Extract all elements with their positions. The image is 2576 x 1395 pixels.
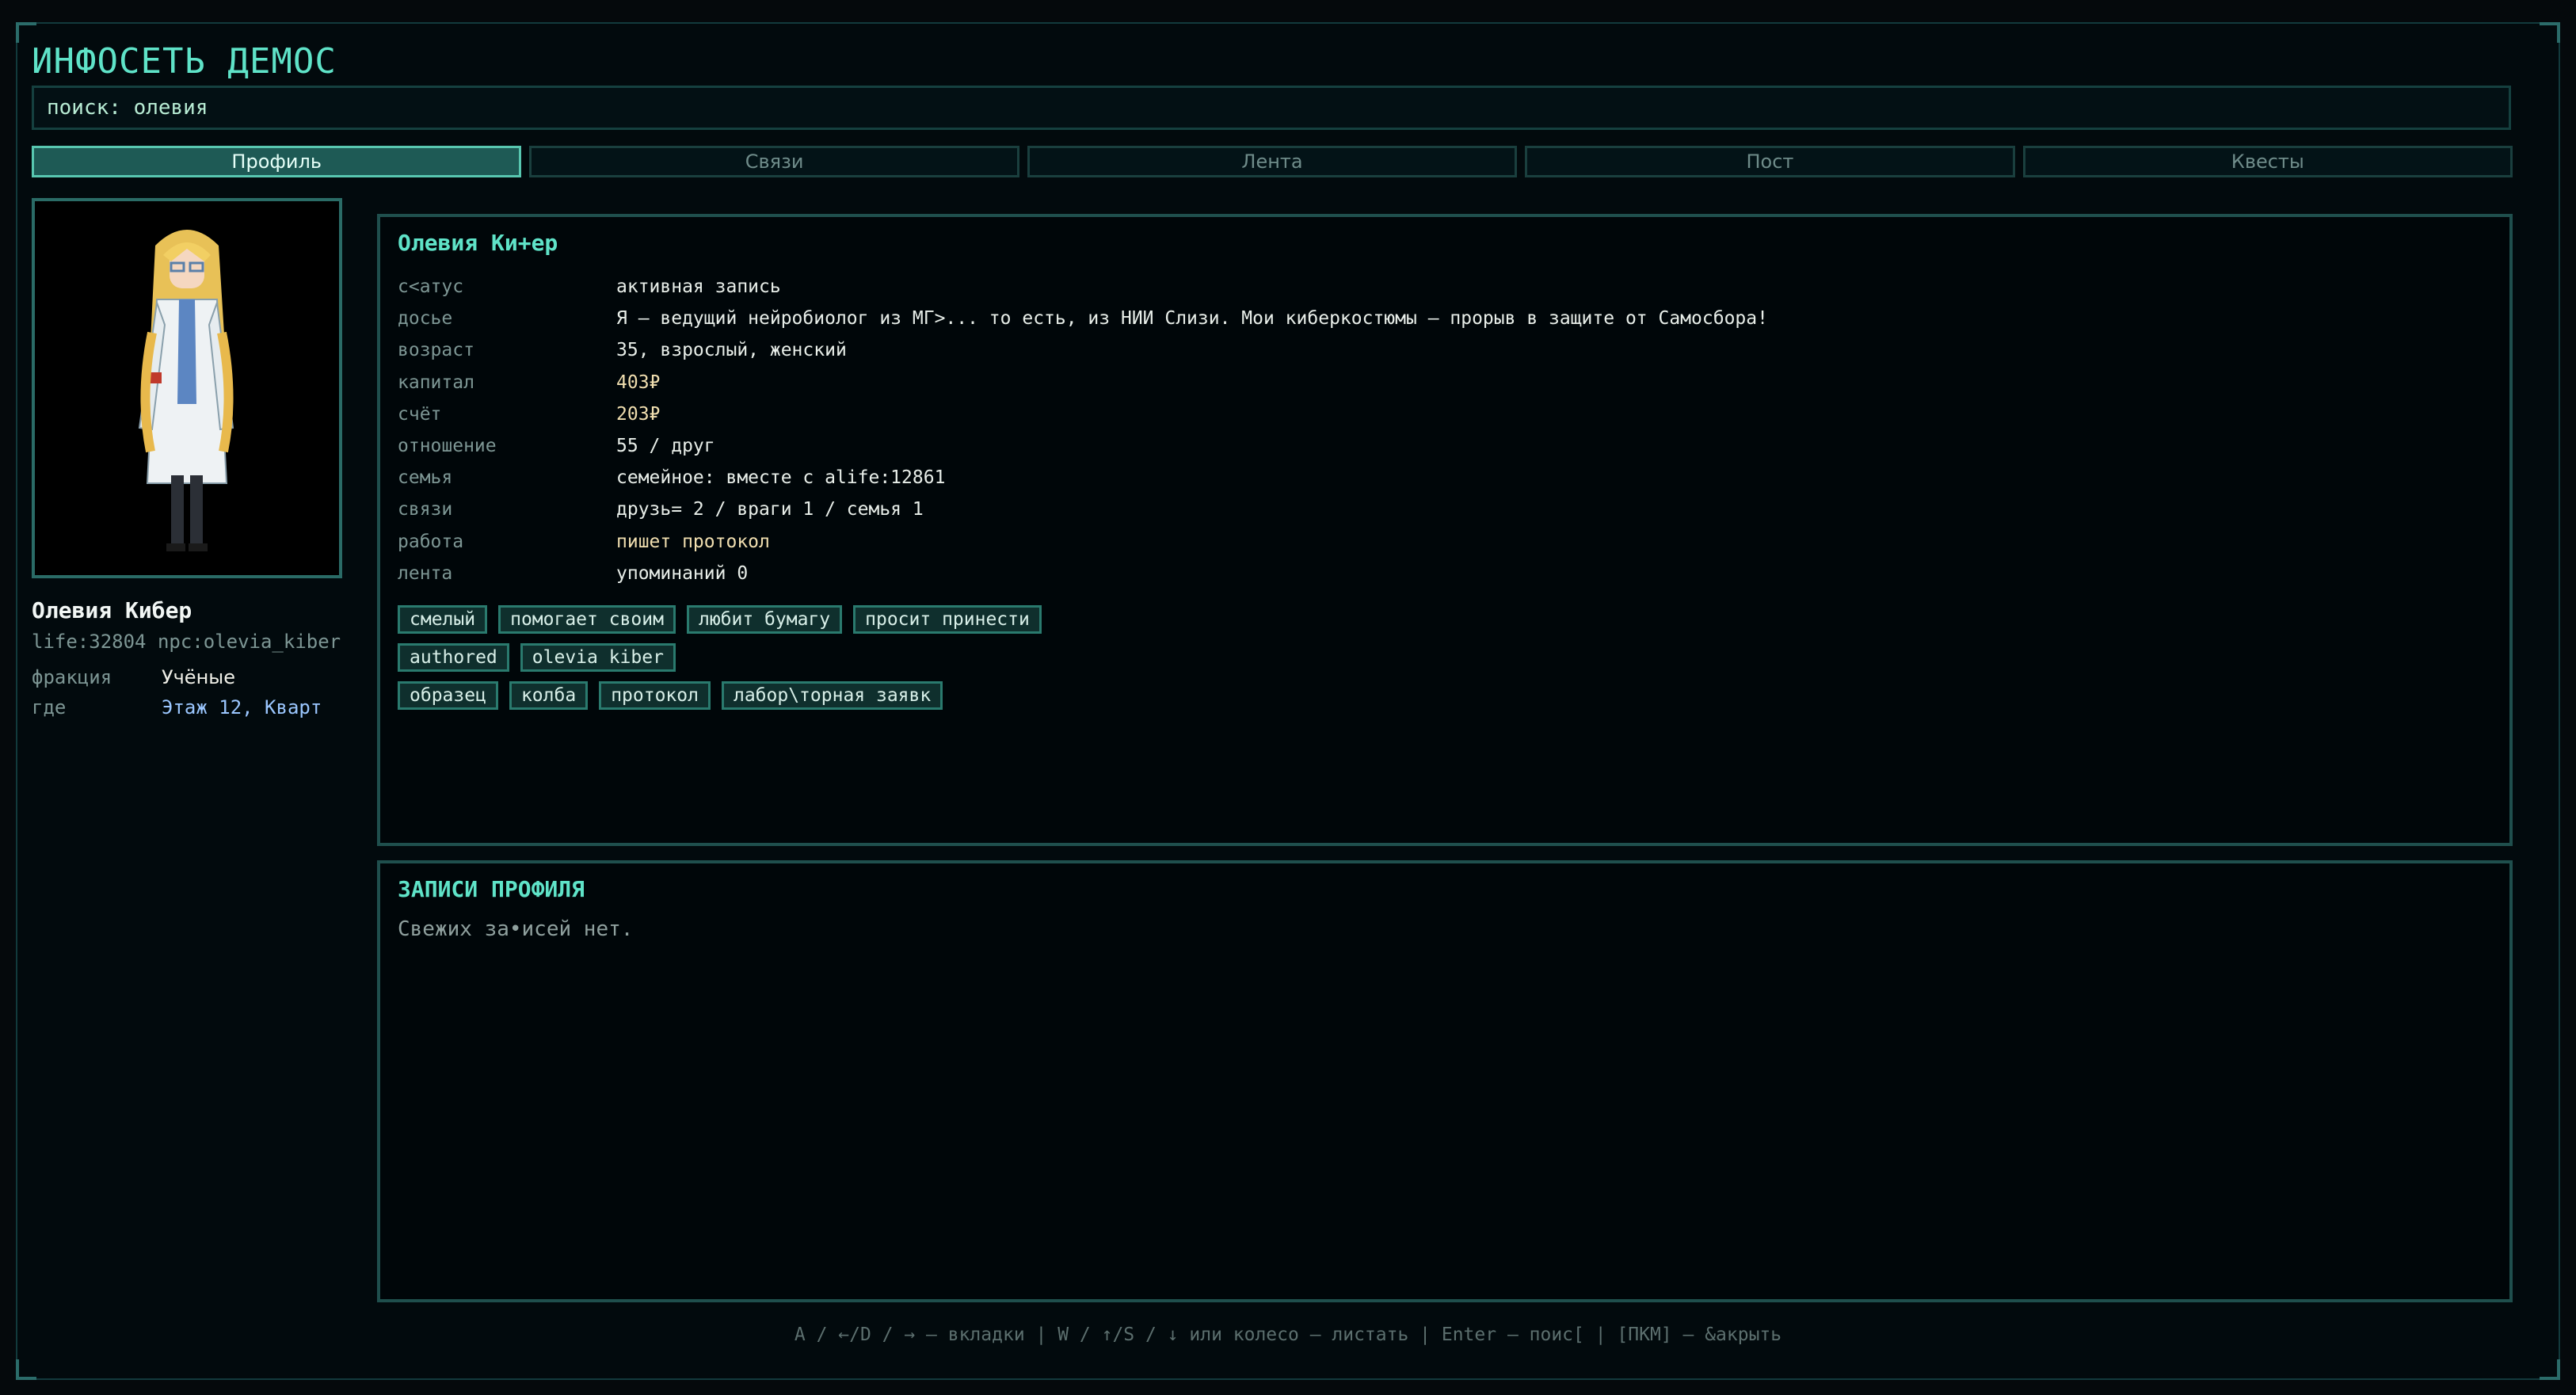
frame-corner bbox=[16, 1359, 36, 1380]
meta-faction: фракция Учёные bbox=[32, 662, 349, 692]
frame-corner bbox=[2540, 1359, 2560, 1380]
search-input[interactable]: поиск: олевия bbox=[32, 86, 2511, 130]
field-row: досье Я — ведущий нейробиолог из МГ>... т… bbox=[398, 303, 2457, 334]
field-value: 203₽ bbox=[616, 403, 661, 425]
field-key: возраст bbox=[398, 340, 474, 361]
tag[interactable]: любит бумагу bbox=[686, 605, 843, 634]
frame-corner bbox=[16, 22, 36, 43]
field-row: лента упоминаний 0 bbox=[398, 558, 2457, 589]
field-value: 55 / друг bbox=[616, 436, 715, 457]
tag[interactable]: authored bbox=[398, 643, 509, 672]
meta-key: где bbox=[32, 696, 67, 718]
meta-location: где Этаж 12, Кварт bbox=[32, 692, 349, 722]
field-row: возраст 35, взрослый, женский bbox=[398, 334, 2457, 366]
field-key: с<атус bbox=[398, 276, 464, 298]
tab-connections[interactable]: Связи bbox=[529, 146, 1019, 177]
tag-row: authored olevia kiber bbox=[398, 643, 1042, 672]
field-row: семья семейное: вместе с alife:12861 bbox=[398, 462, 2457, 494]
field-value: 35, взрослый, женский bbox=[616, 340, 847, 361]
field-value: упоминаний 0 bbox=[616, 562, 749, 584]
tag[interactable]: помогает своим bbox=[498, 605, 676, 634]
field-value: Я — ведущий нейробиолог из МГ>... то ест… bbox=[616, 308, 1768, 330]
field-value: друзь= 2 / враги 1 / семья 1 bbox=[616, 499, 924, 520]
field-key: досье bbox=[398, 308, 453, 330]
tag[interactable]: колба bbox=[509, 681, 589, 710]
field-key: семья bbox=[398, 467, 453, 489]
meta-key: фракция bbox=[32, 666, 112, 688]
field-value: 403₽ bbox=[616, 372, 661, 393]
field-row: отношение 55 / друг bbox=[398, 430, 2457, 462]
character-meta: фракция Учёные где Этаж 12, Кварт bbox=[32, 662, 349, 722]
field-key: работа bbox=[398, 531, 464, 552]
field-value: пишет протокол bbox=[616, 531, 770, 552]
field-row: с<атус активная запись bbox=[398, 271, 2457, 303]
profile-title: Олевия Ки+ер bbox=[398, 230, 558, 256]
character-sprite bbox=[138, 230, 234, 551]
tab-feed[interactable]: Лента bbox=[1027, 146, 1518, 177]
field-key: лента bbox=[398, 562, 453, 584]
tag[interactable]: olevia kiber bbox=[520, 643, 676, 672]
field-row: счёт 203₽ bbox=[398, 398, 2457, 430]
tag[interactable]: протокол bbox=[599, 681, 711, 710]
app-title: ИНФОСЕТЬ ДЕМОС bbox=[32, 41, 337, 82]
tab-bar: Профиль Связи Лента Пост Квесты bbox=[32, 146, 2513, 182]
tab-profile[interactable]: Профиль bbox=[32, 146, 522, 177]
tag-row: смелый помогает своим любит бумагу проси… bbox=[398, 605, 1042, 634]
records-empty-note: Свежих за•исей нет. bbox=[398, 917, 634, 941]
tag[interactable]: лабор\торная заявк bbox=[721, 681, 943, 710]
tab-post[interactable]: Пост bbox=[1525, 146, 2015, 177]
keyboard-hint: A / ←/D / → — вкладки | W / ↑/S / ↓ или … bbox=[794, 1324, 1782, 1345]
field-row: работа пишет протокол bbox=[398, 526, 2457, 558]
tag-list: смелый помогает своим любит бумагу проси… bbox=[398, 605, 1042, 719]
tag-row: образец колба протокол лабор\торная заяв… bbox=[398, 681, 1042, 710]
frame-corner bbox=[2540, 22, 2560, 43]
field-key: отношение bbox=[398, 436, 497, 457]
records-panel: ЗАПИСИ ПРОФИЛЯ Свежих за•исей нет. bbox=[377, 860, 2513, 1302]
character-portrait bbox=[32, 198, 342, 578]
tab-quests[interactable]: Квесты bbox=[2022, 146, 2513, 177]
field-key: капитал bbox=[398, 372, 474, 393]
field-key: связи bbox=[398, 499, 453, 520]
meta-value: Учёные bbox=[162, 666, 235, 688]
tag[interactable]: просит принести bbox=[853, 605, 1042, 634]
profile-panel: Олевия Ки+ер с<атус активная запись досье… bbox=[377, 214, 2513, 846]
tag[interactable]: смелый bbox=[398, 605, 488, 634]
field-row: капитал 403₽ bbox=[398, 367, 2457, 398]
field-key: счёт bbox=[398, 403, 442, 425]
profile-fields: с<атус активная запись досье Я — ведущий н… bbox=[398, 271, 2457, 589]
records-title: ЗАПИСИ ПРОФИЛЯ bbox=[398, 876, 585, 902]
character-name: Олевия Кибер bbox=[32, 597, 192, 623]
tag[interactable]: образец bbox=[398, 681, 498, 710]
character-id: life:32804 npc:olevia_kiber bbox=[32, 631, 341, 653]
field-value: семейное: вместе с alife:12861 bbox=[616, 467, 946, 489]
location-link[interactable]: Этаж 12, Кварт bbox=[162, 696, 322, 718]
field-value: активная запись bbox=[616, 276, 781, 298]
field-row: связи друзь= 2 / враги 1 / семья 1 bbox=[398, 494, 2457, 525]
